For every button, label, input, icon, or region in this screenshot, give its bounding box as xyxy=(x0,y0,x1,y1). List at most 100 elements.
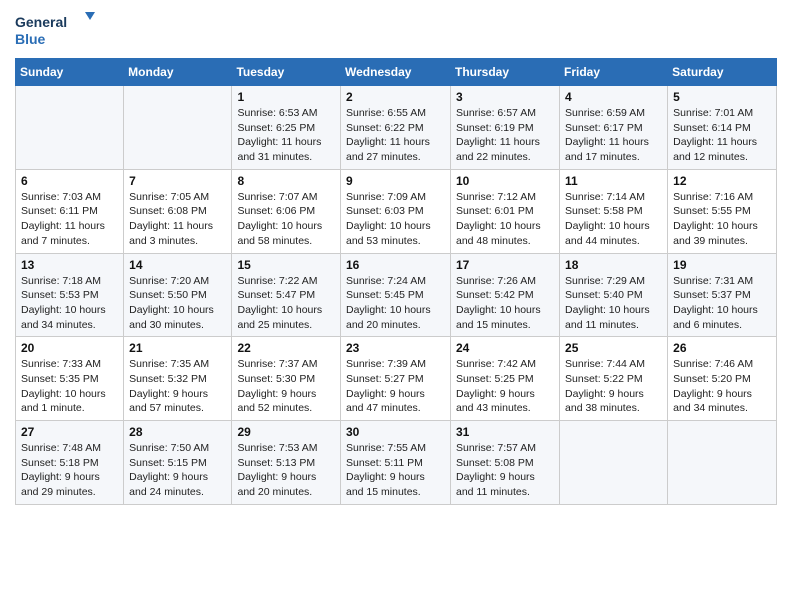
calendar-cell xyxy=(560,421,668,505)
calendar-cell: 29 Sunrise: 7:53 AM Sunset: 5:13 PM Dayli… xyxy=(232,421,341,505)
week-row-2: 6Sunrise: 7:03 AM Sunset: 6:11 PM Daylig… xyxy=(16,169,777,253)
day-number: 8 xyxy=(237,174,335,188)
day-number: 14 xyxy=(129,258,226,272)
week-row-4: 20 Sunrise: 7:33 AM Sunset: 5:35 PM Dayli… xyxy=(16,337,777,421)
calendar-cell: 9 Sunrise: 7:09 AM Sunset: 6:03 PM Daylig… xyxy=(341,169,451,253)
calendar-cell: 10 Sunrise: 7:12 AM Sunset: 6:01 PM Dayli… xyxy=(451,169,560,253)
logo-svg: General Blue xyxy=(15,10,95,50)
day-info: Sunrise: 7:24 AM Sunset: 5:45 PM Dayligh… xyxy=(346,274,445,333)
svg-text:General: General xyxy=(15,14,67,30)
calendar-cell: 5 Sunrise: 7:01 AM Sunset: 6:14 PM Daylig… xyxy=(668,86,777,170)
day-info: Sunrise: 7:46 AM Sunset: 5:20 PM Dayligh… xyxy=(673,357,771,416)
calendar-cell: 1 Sunrise: 6:53 AM Sunset: 6:25 PM Daylig… xyxy=(232,86,341,170)
weekday-header-tuesday: Tuesday xyxy=(232,59,341,86)
day-number: 11 xyxy=(565,174,662,188)
calendar-cell: 14 Sunrise: 7:20 AM Sunset: 5:50 PM Dayli… xyxy=(124,253,232,337)
day-number: 30 xyxy=(346,425,445,439)
calendar-cell: 8 Sunrise: 7:07 AM Sunset: 6:06 PM Daylig… xyxy=(232,169,341,253)
page: General Blue SundayMondayTuesdayWednesda… xyxy=(0,0,792,520)
day-number: 23 xyxy=(346,341,445,355)
day-info: Sunrise: 7:05 AM Sunset: 6:08 PM Dayligh… xyxy=(129,190,226,249)
day-info: Sunrise: 7:09 AM Sunset: 6:03 PM Dayligh… xyxy=(346,190,445,249)
weekday-header-saturday: Saturday xyxy=(668,59,777,86)
day-info: Sunrise: 7:18 AM Sunset: 5:53 PM Dayligh… xyxy=(21,274,118,333)
day-number: 22 xyxy=(237,341,335,355)
day-info: Sunrise: 6:53 AM Sunset: 6:25 PM Dayligh… xyxy=(237,106,335,165)
day-number: 18 xyxy=(565,258,662,272)
day-info: Sunrise: 7:22 AM Sunset: 5:47 PM Dayligh… xyxy=(237,274,335,333)
header: General Blue xyxy=(15,10,777,50)
day-number: 31 xyxy=(456,425,554,439)
week-row-3: 13 Sunrise: 7:18 AM Sunset: 5:53 PM Dayli… xyxy=(16,253,777,337)
calendar-cell xyxy=(16,86,124,170)
weekday-header-thursday: Thursday xyxy=(451,59,560,86)
day-number: 12 xyxy=(673,174,771,188)
day-number: 27 xyxy=(21,425,118,439)
weekday-header-friday: Friday xyxy=(560,59,668,86)
day-info: Sunrise: 6:55 AM Sunset: 6:22 PM Dayligh… xyxy=(346,106,445,165)
calendar-cell: 13 Sunrise: 7:18 AM Sunset: 5:53 PM Dayli… xyxy=(16,253,124,337)
calendar-cell: 20 Sunrise: 7:33 AM Sunset: 5:35 PM Dayli… xyxy=(16,337,124,421)
day-number: 25 xyxy=(565,341,662,355)
day-info: Sunrise: 7:20 AM Sunset: 5:50 PM Dayligh… xyxy=(129,274,226,333)
day-info: Sunrise: 6:57 AM Sunset: 6:19 PM Dayligh… xyxy=(456,106,554,165)
day-info: Sunrise: 7:39 AM Sunset: 5:27 PM Dayligh… xyxy=(346,357,445,416)
calendar-cell: 25 Sunrise: 7:44 AM Sunset: 5:22 PM Dayli… xyxy=(560,337,668,421)
day-info: Sunrise: 7:14 AM Sunset: 5:58 PM Dayligh… xyxy=(565,190,662,249)
calendar-cell: 2Sunrise: 6:55 AM Sunset: 6:22 PM Daylig… xyxy=(341,86,451,170)
calendar-cell: 19Sunrise: 7:31 AM Sunset: 5:37 PM Dayli… xyxy=(668,253,777,337)
day-number: 21 xyxy=(129,341,226,355)
day-number: 20 xyxy=(21,341,118,355)
day-number: 9 xyxy=(346,174,445,188)
day-info: Sunrise: 6:59 AM Sunset: 6:17 PM Dayligh… xyxy=(565,106,662,165)
calendar-cell: 11 Sunrise: 7:14 AM Sunset: 5:58 PM Dayli… xyxy=(560,169,668,253)
day-number: 16 xyxy=(346,258,445,272)
logo: General Blue xyxy=(15,10,95,50)
day-info: Sunrise: 7:29 AM Sunset: 5:40 PM Dayligh… xyxy=(565,274,662,333)
calendar-cell: 23 Sunrise: 7:39 AM Sunset: 5:27 PM Dayli… xyxy=(341,337,451,421)
calendar-table: SundayMondayTuesdayWednesdayThursdayFrid… xyxy=(15,58,777,505)
calendar-cell: 6Sunrise: 7:03 AM Sunset: 6:11 PM Daylig… xyxy=(16,169,124,253)
day-info: Sunrise: 7:53 AM Sunset: 5:13 PM Dayligh… xyxy=(237,441,335,500)
day-info: Sunrise: 7:33 AM Sunset: 5:35 PM Dayligh… xyxy=(21,357,118,416)
calendar-cell: 22 Sunrise: 7:37 AM Sunset: 5:30 PM Dayli… xyxy=(232,337,341,421)
day-number: 13 xyxy=(21,258,118,272)
calendar-cell: 16 Sunrise: 7:24 AM Sunset: 5:45 PM Dayli… xyxy=(341,253,451,337)
day-info: Sunrise: 7:42 AM Sunset: 5:25 PM Dayligh… xyxy=(456,357,554,416)
weekday-header-wednesday: Wednesday xyxy=(341,59,451,86)
day-number: 15 xyxy=(237,258,335,272)
calendar-cell: 26 Sunrise: 7:46 AM Sunset: 5:20 PM Dayli… xyxy=(668,337,777,421)
weekday-header-row: SundayMondayTuesdayWednesdayThursdayFrid… xyxy=(16,59,777,86)
day-number: 1 xyxy=(237,90,335,104)
day-info: Sunrise: 7:48 AM Sunset: 5:18 PM Dayligh… xyxy=(21,441,118,500)
day-number: 7 xyxy=(129,174,226,188)
week-row-5: 27 Sunrise: 7:48 AM Sunset: 5:18 PM Dayli… xyxy=(16,421,777,505)
day-info: Sunrise: 7:07 AM Sunset: 6:06 PM Dayligh… xyxy=(237,190,335,249)
day-number: 28 xyxy=(129,425,226,439)
weekday-header-monday: Monday xyxy=(124,59,232,86)
calendar-cell: 7 Sunrise: 7:05 AM Sunset: 6:08 PM Daylig… xyxy=(124,169,232,253)
day-number: 10 xyxy=(456,174,554,188)
calendar-cell: 3Sunrise: 6:57 AM Sunset: 6:19 PM Daylig… xyxy=(451,86,560,170)
day-number: 6 xyxy=(21,174,118,188)
calendar-cell: 15 Sunrise: 7:22 AM Sunset: 5:47 PM Dayli… xyxy=(232,253,341,337)
svg-text:Blue: Blue xyxy=(15,31,46,47)
day-info: Sunrise: 7:01 AM Sunset: 6:14 PM Dayligh… xyxy=(673,106,771,165)
day-number: 26 xyxy=(673,341,771,355)
day-info: Sunrise: 7:35 AM Sunset: 5:32 PM Dayligh… xyxy=(129,357,226,416)
calendar-cell: 17Sunrise: 7:26 AM Sunset: 5:42 PM Dayli… xyxy=(451,253,560,337)
day-number: 19 xyxy=(673,258,771,272)
day-info: Sunrise: 7:12 AM Sunset: 6:01 PM Dayligh… xyxy=(456,190,554,249)
calendar-cell: 24Sunrise: 7:42 AM Sunset: 5:25 PM Dayli… xyxy=(451,337,560,421)
day-number: 5 xyxy=(673,90,771,104)
calendar-cell: 31 Sunrise: 7:57 AM Sunset: 5:08 PM Dayli… xyxy=(451,421,560,505)
day-info: Sunrise: 7:37 AM Sunset: 5:30 PM Dayligh… xyxy=(237,357,335,416)
day-info: Sunrise: 7:16 AM Sunset: 5:55 PM Dayligh… xyxy=(673,190,771,249)
day-number: 29 xyxy=(237,425,335,439)
day-info: Sunrise: 7:55 AM Sunset: 5:11 PM Dayligh… xyxy=(346,441,445,500)
day-info: Sunrise: 7:26 AM Sunset: 5:42 PM Dayligh… xyxy=(456,274,554,333)
calendar-cell: 27 Sunrise: 7:48 AM Sunset: 5:18 PM Dayli… xyxy=(16,421,124,505)
calendar-cell xyxy=(668,421,777,505)
day-info: Sunrise: 7:44 AM Sunset: 5:22 PM Dayligh… xyxy=(565,357,662,416)
day-info: Sunrise: 7:57 AM Sunset: 5:08 PM Dayligh… xyxy=(456,441,554,500)
